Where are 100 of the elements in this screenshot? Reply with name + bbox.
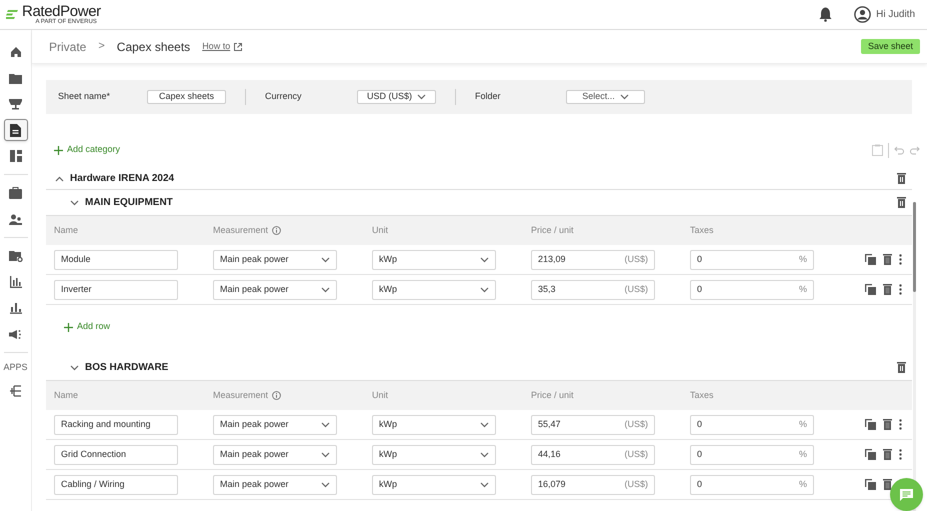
- taxes-field[interactable]: 0 %: [690, 280, 814, 300]
- price-field[interactable]: 35,3 (US$): [531, 280, 655, 300]
- name-field[interactable]: Racking and mounting: [54, 414, 178, 434]
- taxes-field[interactable]: 0 %: [690, 414, 814, 434]
- trash-icon[interactable]: [883, 479, 892, 490]
- unit-select[interactable]: kWp: [372, 280, 496, 300]
- measurement-select[interactable]: Main peak power: [213, 444, 337, 464]
- chevron-down-icon: [321, 256, 330, 262]
- breadcrumb-item[interactable]: Private: [49, 38, 86, 56]
- chevron-down-icon: [417, 94, 426, 100]
- copy-icon[interactable]: [865, 254, 876, 265]
- unit-select[interactable]: kWp: [372, 250, 496, 270]
- name-field[interactable]: Grid Connection: [54, 444, 178, 464]
- column-header: Unit: [372, 224, 388, 237]
- trash-icon[interactable]: [883, 449, 892, 460]
- copy-icon[interactable]: [865, 284, 876, 295]
- percent-suffix: %: [798, 282, 807, 296]
- group-title: MAIN EQUIPMENT: [85, 196, 173, 210]
- unit-select[interactable]: kWp: [372, 414, 496, 434]
- field-label: Folder: [475, 90, 502, 104]
- chevron-down-icon: [480, 286, 489, 292]
- column-header: Measurement: [213, 224, 268, 237]
- currency-suffix: (US$): [624, 418, 648, 431]
- measurement-select[interactable]: Main peak power: [213, 414, 337, 434]
- category-title: Hardware IRENA 2024: [70, 172, 174, 186]
- folder-select[interactable]: Select...: [566, 90, 645, 104]
- chevron-down-icon: [480, 452, 489, 458]
- chevron-down-icon: [321, 286, 330, 292]
- more-options-icon[interactable]: [899, 254, 902, 265]
- user-greeting[interactable]: Hi Judith: [876, 7, 915, 22]
- currency-suffix: (US$): [624, 448, 648, 461]
- chevron-down-icon: [70, 364, 79, 370]
- add-category-button[interactable]: Add category: [54, 143, 120, 157]
- chevron-down-icon: [321, 422, 330, 428]
- info-icon[interactable]: [272, 391, 282, 400]
- measurement-select[interactable]: Main peak power: [213, 474, 337, 494]
- field-label: Sheet name*: [58, 90, 112, 104]
- trash-icon[interactable]: [897, 362, 906, 373]
- more-options-icon[interactable]: [899, 284, 902, 295]
- name-field[interactable]: Module: [54, 250, 178, 270]
- percent-suffix: %: [798, 418, 807, 431]
- column-header: Name: [54, 224, 78, 237]
- taxes-field[interactable]: 0 %: [690, 444, 814, 464]
- chevron-up-icon: [55, 176, 64, 182]
- price-field[interactable]: 55,47 (US$): [531, 414, 655, 434]
- price-field[interactable]: 213,09 (US$): [531, 250, 655, 270]
- currency-select[interactable]: USD (US$): [357, 90, 436, 104]
- copy-icon[interactable]: [865, 449, 876, 460]
- trash-icon[interactable]: [883, 419, 892, 430]
- price-field[interactable]: 16,079 (US$): [531, 474, 655, 494]
- name-field[interactable]: Cabling / Wiring: [54, 474, 178, 494]
- trash-icon[interactable]: [883, 284, 892, 295]
- column-header: Name: [54, 388, 78, 402]
- chevron-down-icon: [321, 452, 330, 458]
- copy-icon[interactable]: [865, 419, 876, 430]
- unit-select[interactable]: kWp: [372, 444, 496, 464]
- price-field[interactable]: 44,16 (US$): [531, 444, 655, 464]
- user-avatar-icon[interactable]: [854, 6, 872, 23]
- save-sheet-button[interactable]: Save sheet: [860, 39, 920, 54]
- trash-icon[interactable]: [883, 254, 892, 265]
- column-header: Unit: [372, 388, 388, 402]
- breadcrumb-separator: >: [98, 39, 105, 54]
- name-field[interactable]: Inverter: [54, 280, 178, 300]
- logo-icon: [6, 10, 19, 19]
- chevron-down-icon: [620, 94, 629, 100]
- copy-icon[interactable]: [865, 479, 876, 490]
- unit-select[interactable]: kWp: [372, 474, 496, 494]
- how-to-link[interactable]: How to: [202, 40, 230, 54]
- breadcrumb-item: Capex sheets: [116, 38, 190, 56]
- apps-label: APPS: [3, 361, 28, 374]
- currency-suffix: (US$): [624, 282, 648, 296]
- measurement-select[interactable]: Main peak power: [213, 280, 337, 300]
- scrollbar-thumb[interactable]: [913, 202, 916, 292]
- column-header: Taxes: [690, 224, 714, 237]
- column-header: Taxes: [690, 388, 714, 402]
- clipboard-icon[interactable]: [872, 144, 883, 156]
- currency-suffix: (US$): [624, 252, 648, 266]
- taxes-field[interactable]: 0 %: [690, 474, 814, 494]
- chevron-down-icon: [70, 200, 79, 206]
- plus-icon: [64, 322, 73, 332]
- trash-icon[interactable]: [897, 173, 906, 184]
- column-header: Measurement: [213, 388, 268, 402]
- add-row-button[interactable]: Add row: [64, 320, 110, 334]
- currency-suffix: (US$): [624, 478, 648, 491]
- external-link-icon: [234, 42, 242, 50]
- trash-icon[interactable]: [897, 197, 906, 208]
- taxes-field[interactable]: 0 %: [690, 250, 814, 270]
- more-options-icon[interactable]: [899, 419, 902, 430]
- field-label: Currency: [265, 90, 303, 104]
- chevron-down-icon: [321, 482, 330, 488]
- chevron-down-icon: [480, 482, 489, 488]
- percent-suffix: %: [798, 252, 807, 266]
- sheet-name-field[interactable]: Capex sheets: [147, 90, 226, 104]
- info-icon[interactable]: [272, 226, 282, 235]
- document-icon[interactable]: [4, 119, 28, 141]
- bell-icon[interactable]: [819, 7, 832, 22]
- measurement-select[interactable]: Main peak power: [213, 250, 337, 270]
- more-options-icon[interactable]: [899, 449, 902, 460]
- chat-icon: [900, 488, 913, 500]
- column-header: Price / unit: [531, 388, 574, 402]
